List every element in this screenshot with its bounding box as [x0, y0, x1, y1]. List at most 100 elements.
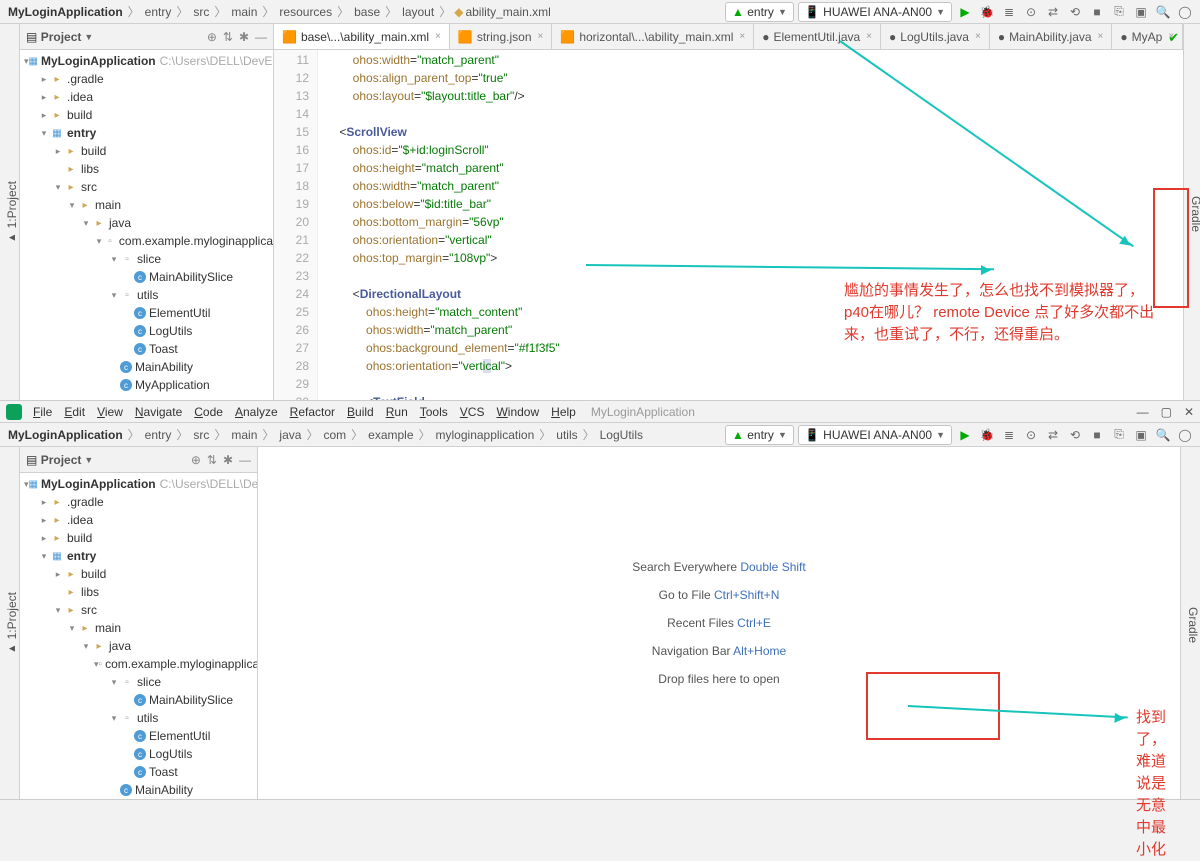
device-selector[interactable]: 📱 HUAWEI ANA-AN00▼: [798, 425, 952, 445]
close-tab-icon[interactable]: ×: [1098, 31, 1104, 42]
tree-item[interactable]: cToast: [20, 340, 273, 358]
close-tab-icon[interactable]: ×: [435, 31, 441, 42]
menu-build[interactable]: Build: [342, 405, 379, 419]
project-panel-icon: ▤: [26, 30, 37, 44]
menu-file[interactable]: File: [28, 405, 57, 419]
tree-item[interactable]: ▾▫com.example.myloginapplica: [20, 655, 257, 673]
minimize-icon[interactable]: —: [1137, 405, 1149, 419]
editor-tab[interactable]: 🟧base\...\ability_main.xml×: [274, 24, 450, 49]
editor-tab[interactable]: ●LogUtils.java×: [881, 24, 990, 49]
tree-item[interactable]: ▾▦entry: [20, 124, 273, 142]
tree-item[interactable]: ▸▸build: [20, 106, 273, 124]
editor-tab[interactable]: ●MainAbility.java×: [990, 24, 1113, 49]
close-icon[interactable]: ✕: [1184, 405, 1194, 419]
menu-analyze[interactable]: Analyze: [230, 405, 283, 419]
menu-navigate[interactable]: Navigate: [130, 405, 187, 419]
tree-item[interactable]: ▾▦entry: [20, 547, 257, 565]
editor-tab[interactable]: ●ElementUtil.java×: [754, 24, 881, 49]
menu-view[interactable]: View: [92, 405, 128, 419]
search-icon[interactable]: 🔍: [1154, 3, 1172, 21]
tree-item[interactable]: ▾▸main: [20, 619, 257, 637]
search-icon[interactable]: 🔍: [1154, 426, 1172, 444]
hide-icon[interactable]: —: [255, 30, 267, 44]
tree-item[interactable]: ▾▸java: [20, 214, 273, 232]
menu-help[interactable]: Help: [546, 405, 581, 419]
deveco-logo-icon: [6, 404, 22, 420]
coverage-icon[interactable]: ≣: [1000, 3, 1018, 21]
run-config-selector[interactable]: ▲ entry▼: [725, 425, 794, 445]
right-tool-strip-1: Gradle 👁 Previewer ⟳ Remote Device: [1183, 24, 1200, 400]
attach-icon[interactable]: ⇄: [1044, 3, 1062, 21]
menu-run[interactable]: Run: [381, 405, 413, 419]
close-tab-icon[interactable]: ×: [739, 31, 745, 42]
expand-icon[interactable]: ⇅: [223, 30, 233, 44]
tree-item[interactable]: cElementUtil: [20, 727, 257, 745]
tree-item[interactable]: ▸▸.idea: [20, 511, 257, 529]
menu-window[interactable]: Window: [491, 405, 544, 419]
run-button[interactable]: ▶: [956, 426, 974, 444]
tree-root[interactable]: ▾▦MyLoginApplicationC:\Users\DELL\DevEco…: [20, 52, 273, 70]
tree-item[interactable]: ▾▸src: [20, 178, 273, 196]
user-icon[interactable]: ◯: [1176, 3, 1194, 21]
editor-tab[interactable]: 🟧string.json×: [450, 24, 553, 49]
tree-item[interactable]: ▸libs: [20, 160, 273, 178]
tree-item[interactable]: ▸▸build: [20, 529, 257, 547]
stop-button[interactable]: ■: [1088, 426, 1106, 444]
editor-tab[interactable]: 🟧horizontal\...\ability_main.xml×: [552, 24, 754, 49]
tree-item[interactable]: cMainAbility: [20, 358, 273, 376]
tree-item[interactable]: ▾▸main: [20, 196, 273, 214]
profile-icon[interactable]: ⊙: [1022, 3, 1040, 21]
tree-item[interactable]: cElementUtil: [20, 304, 273, 322]
close-tab-icon[interactable]: ×: [866, 31, 872, 42]
menu-tools[interactable]: Tools: [415, 405, 453, 419]
code-editor[interactable]: 1112131415161718192021222324252627282930…: [274, 50, 1183, 400]
stop-button[interactable]: ■: [1088, 3, 1106, 21]
source-code[interactable]: ohos:width="match_parent" ohos:align_par…: [318, 50, 1183, 400]
hotreload-icon[interactable]: ⟲: [1066, 3, 1084, 21]
vcs-icon[interactable]: ⎘: [1110, 3, 1128, 21]
layout-icon[interactable]: ▣: [1132, 3, 1150, 21]
menu-vcs[interactable]: VCS: [455, 405, 490, 419]
locate-icon[interactable]: ⊕: [207, 30, 217, 44]
debug-button[interactable]: 🐞: [978, 426, 996, 444]
tree-item[interactable]: cMainAbility: [20, 781, 257, 799]
editor-tabs: 🟧base\...\ability_main.xml×🟧string.json×…: [274, 24, 1183, 50]
tree-item[interactable]: cMainAbilitySlice: [20, 268, 273, 286]
tree-item[interactable]: cToast: [20, 763, 257, 781]
tree-item[interactable]: ▸▸.gradle: [20, 493, 257, 511]
tree-item[interactable]: cLogUtils: [20, 745, 257, 763]
run-button[interactable]: ▶: [956, 3, 974, 21]
breadcrumb-item[interactable]: MyLoginApplication: [6, 5, 125, 19]
tree-item[interactable]: ▾▫slice: [20, 250, 273, 268]
tree-item[interactable]: ▸▸build: [20, 142, 273, 160]
close-tab-icon[interactable]: ×: [975, 31, 981, 42]
project-tree-1: ▾▦MyLoginApplicationC:\Users\DELL\DevEco…: [20, 50, 273, 400]
device-selector[interactable]: 📱 HUAWEI ANA-AN00▼: [798, 2, 952, 22]
debug-button[interactable]: 🐞: [978, 3, 996, 21]
tree-item[interactable]: ▾▸java: [20, 637, 257, 655]
run-config-selector[interactable]: ▲ entry▼: [725, 2, 794, 22]
maximize-icon[interactable]: ▢: [1161, 405, 1172, 419]
settings-icon[interactable]: ✱: [239, 30, 249, 44]
tree-item[interactable]: ▾▫com.example.myloginapplica: [20, 232, 273, 250]
menu-code[interactable]: Code: [189, 405, 228, 419]
tree-item[interactable]: ▸▸.idea: [20, 88, 273, 106]
menu-edit[interactable]: Edit: [59, 405, 90, 419]
tree-item[interactable]: ▾▸src: [20, 601, 257, 619]
tree-item[interactable]: ▾▫slice: [20, 673, 257, 691]
tree-item[interactable]: ▸▸.gradle: [20, 70, 273, 88]
tree-item[interactable]: ▸libs: [20, 583, 257, 601]
tree-root[interactable]: ▾▦MyLoginApplicationC:\Users\DELL\DevEco…: [20, 475, 257, 493]
project-tool-tab[interactable]: ▸ 1:Project: [5, 181, 19, 246]
tree-item[interactable]: cMyApplication: [20, 376, 273, 394]
tree-item[interactable]: cLogUtils: [20, 322, 273, 340]
tree-item[interactable]: ▾▫utils: [20, 709, 257, 727]
empty-state: Search Everywhere Double Shift Go to Fil…: [258, 447, 1180, 799]
tree-item[interactable]: ▸▸build: [20, 565, 257, 583]
tree-item[interactable]: cMainAbilitySlice: [20, 691, 257, 709]
close-tab-icon[interactable]: ×: [538, 31, 544, 42]
gradle-tab[interactable]: Gradle: [1189, 196, 1200, 232]
tree-item[interactable]: ▾▫utils: [20, 286, 273, 304]
tree-item[interactable]: ▾▸resources: [20, 394, 273, 400]
menu-refactor[interactable]: Refactor: [285, 405, 340, 419]
